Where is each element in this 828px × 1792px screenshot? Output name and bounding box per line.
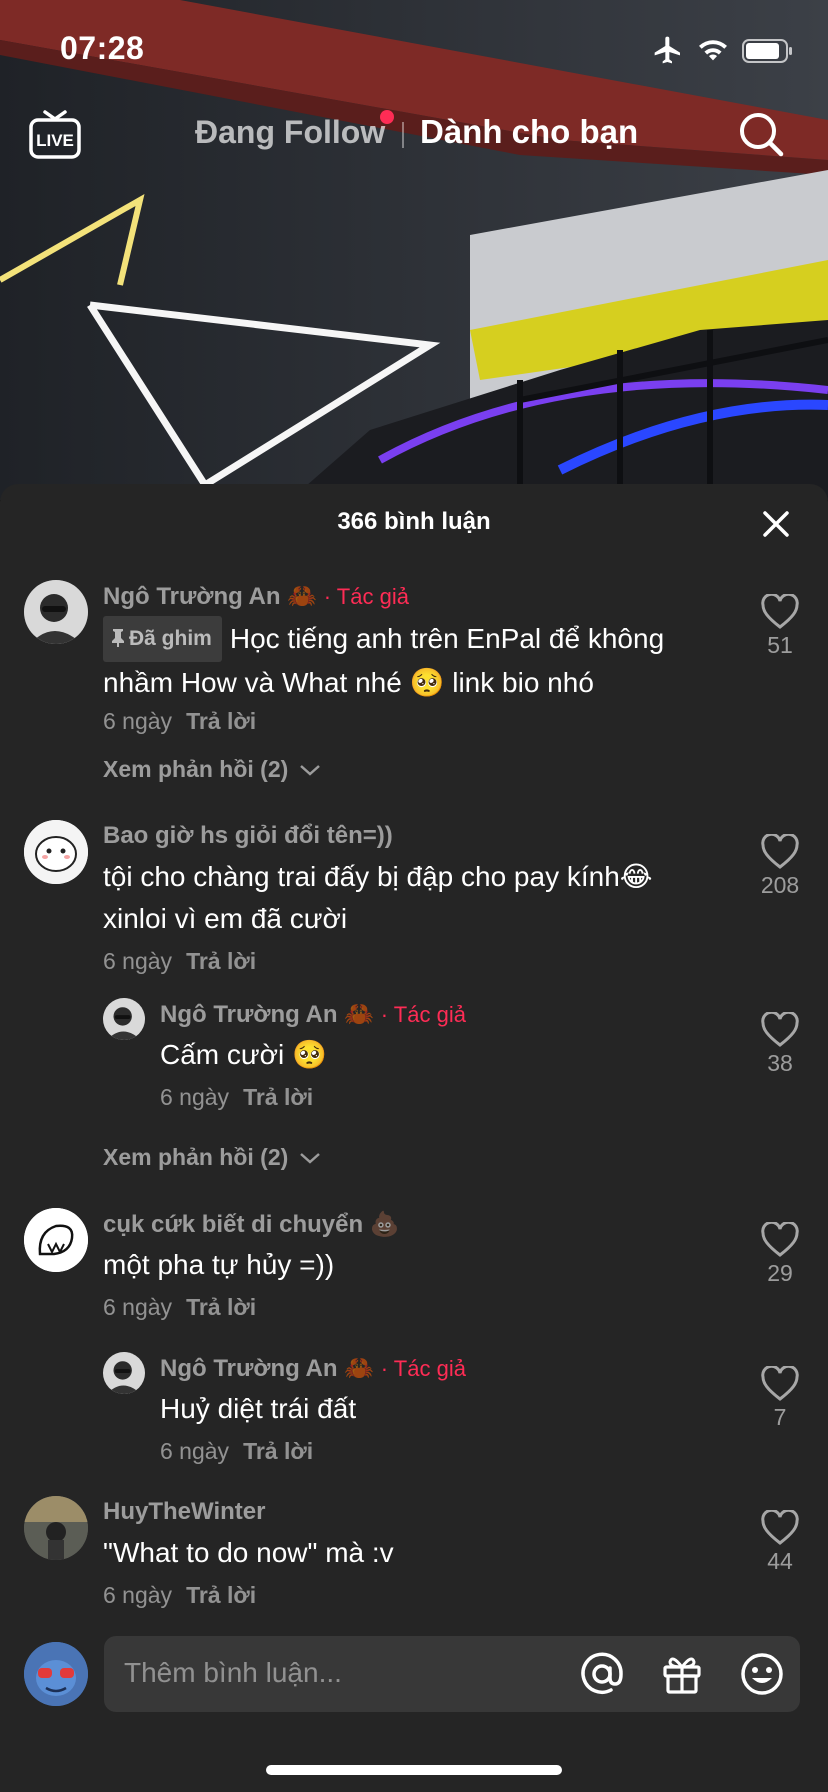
tab-for-you[interactable]: Dành cho bạn <box>420 113 638 151</box>
comment-username[interactable]: Ngô Trường An 🦀 · Tác giả <box>160 1354 466 1383</box>
comment-time: 6 ngày <box>103 1582 173 1608</box>
feed-tabs: Đang Follow Dành cho bạn <box>0 110 828 160</box>
like-count: 44 <box>767 1548 793 1574</box>
like-button[interactable]: 29 <box>738 1222 822 1287</box>
heart-icon <box>761 1012 799 1047</box>
wifi-icon <box>699 40 727 61</box>
comment-text: Cấm cười 🥺 <box>160 1039 327 1070</box>
like-count: 208 <box>760 872 800 898</box>
avatar[interactable] <box>24 1208 88 1272</box>
avatar-image <box>24 1496 88 1560</box>
like-count: 29 <box>767 1260 793 1286</box>
tab-following[interactable]: Đang Follow <box>195 114 385 151</box>
comment-text: tội cho chàng trai đấy bị đập cho pay kí… <box>103 861 653 934</box>
reply-button[interactable]: Trả lời <box>243 1084 313 1110</box>
comment-text: Huỷ diệt trái đất <box>160 1393 357 1424</box>
comment-time: 6 ngày <box>103 948 173 974</box>
like-button[interactable]: 44 <box>738 1510 822 1575</box>
avatar-image <box>103 1352 145 1394</box>
comment-username[interactable]: Bao giờ hs giỏi đổi tên=)) <box>103 822 393 850</box>
comment-username[interactable]: cụk cứk biết di chuyển 💩 <box>103 1210 400 1239</box>
heart-icon <box>761 1510 799 1545</box>
comment-text: Đã ghim Học tiếng anh trên EnPal để không… <box>103 616 723 704</box>
new-content-dot <box>380 110 394 124</box>
comment-meta: 6 ngày Trả lời <box>103 708 256 735</box>
comments-count-title: 366 bình luận <box>337 508 491 535</box>
author-tag: · Tác giả <box>323 584 409 609</box>
comment-time: 6 ngày <box>103 1294 173 1320</box>
reply-button[interactable]: Trả lời <box>186 948 256 974</box>
author-tag: · Tác giả <box>380 1356 466 1381</box>
status-bar: 07:28 <box>0 0 828 100</box>
comment-input-bar: Thêm bình luận... <box>0 1620 828 1792</box>
search-icon[interactable] <box>737 110 785 158</box>
like-count: 7 <box>773 1404 787 1430</box>
avatar-image <box>103 998 145 1040</box>
heart-icon <box>761 1366 799 1401</box>
like-count: 38 <box>767 1050 793 1076</box>
avatar[interactable] <box>24 580 88 644</box>
comment-meta: 6 ngày Trả lời <box>160 1438 313 1465</box>
like-button[interactable]: 208 <box>738 834 822 899</box>
like-count: 51 <box>767 632 793 658</box>
heart-icon <box>761 594 799 629</box>
view-replies-button[interactable]: Xem phản hồi (2) <box>103 756 321 783</box>
avatar[interactable] <box>103 998 145 1040</box>
chevron-down-icon <box>299 1153 320 1164</box>
reply-button[interactable]: Trả lời <box>186 708 256 734</box>
view-replies-button[interactable]: Xem phản hồi (2) <box>103 1144 321 1171</box>
avatar-image <box>24 1208 88 1272</box>
like-button[interactable]: 7 <box>738 1366 822 1431</box>
avatar-image <box>24 1642 88 1706</box>
comment-meta: 6 ngày Trả lời <box>103 1582 256 1609</box>
avatar-image <box>24 580 88 644</box>
reply-button[interactable]: Trả lời <box>243 1438 313 1464</box>
comment-username[interactable]: Ngô Trường An 🦀 · Tác giả <box>160 1000 466 1029</box>
like-button[interactable]: 38 <box>738 1012 822 1077</box>
home-indicator[interactable] <box>266 1765 562 1775</box>
author-tag: · Tác giả <box>380 1002 466 1027</box>
comment-text: một pha tự hủy =)) <box>103 1249 335 1280</box>
comment-text: "What to do now" mà :v <box>103 1537 394 1568</box>
pin-icon <box>112 629 124 648</box>
comment-time: 6 ngày <box>160 1084 230 1110</box>
avatar[interactable] <box>24 1496 88 1560</box>
comment-meta: 6 ngày Trả lời <box>103 948 256 975</box>
avatar[interactable] <box>24 820 88 884</box>
emoji-icon[interactable] <box>738 1650 786 1698</box>
status-time: 07:28 <box>60 30 145 66</box>
comments-sheet: 366 bình luận Ngô Trường An 🦀 · Tác giả … <box>0 484 828 1792</box>
comment-input-placeholder: Thêm bình luận... <box>124 1657 342 1688</box>
like-button[interactable]: 51 <box>738 594 822 659</box>
battery-icon <box>742 39 792 63</box>
heart-icon <box>761 834 799 869</box>
comment-time: 6 ngày <box>103 708 173 734</box>
heart-icon <box>761 1222 799 1257</box>
comment-meta: 6 ngày Trả lời <box>160 1084 313 1111</box>
gift-icon[interactable] <box>658 1650 706 1698</box>
comment-meta: 6 ngày Trả lời <box>103 1294 256 1321</box>
close-icon[interactable] <box>762 510 790 538</box>
avatar[interactable] <box>103 1352 145 1394</box>
pinned-badge: Đã ghim <box>103 616 222 662</box>
my-avatar <box>24 1642 88 1706</box>
airplane-icon <box>654 36 680 64</box>
comment-username[interactable]: Ngô Trường An 🦀 · Tác giả <box>103 582 409 611</box>
at-icon[interactable] <box>578 1650 626 1698</box>
comment-time: 6 ngày <box>160 1438 230 1464</box>
reply-button[interactable]: Trả lời <box>186 1582 256 1608</box>
chevron-down-icon <box>299 765 320 776</box>
comment-username[interactable]: HuyTheWinter <box>103 1498 265 1526</box>
avatar-image <box>24 820 88 884</box>
tab-divider <box>402 122 404 148</box>
reply-button[interactable]: Trả lời <box>186 1294 256 1320</box>
comment-input[interactable]: Thêm bình luận... <box>104 1636 800 1712</box>
